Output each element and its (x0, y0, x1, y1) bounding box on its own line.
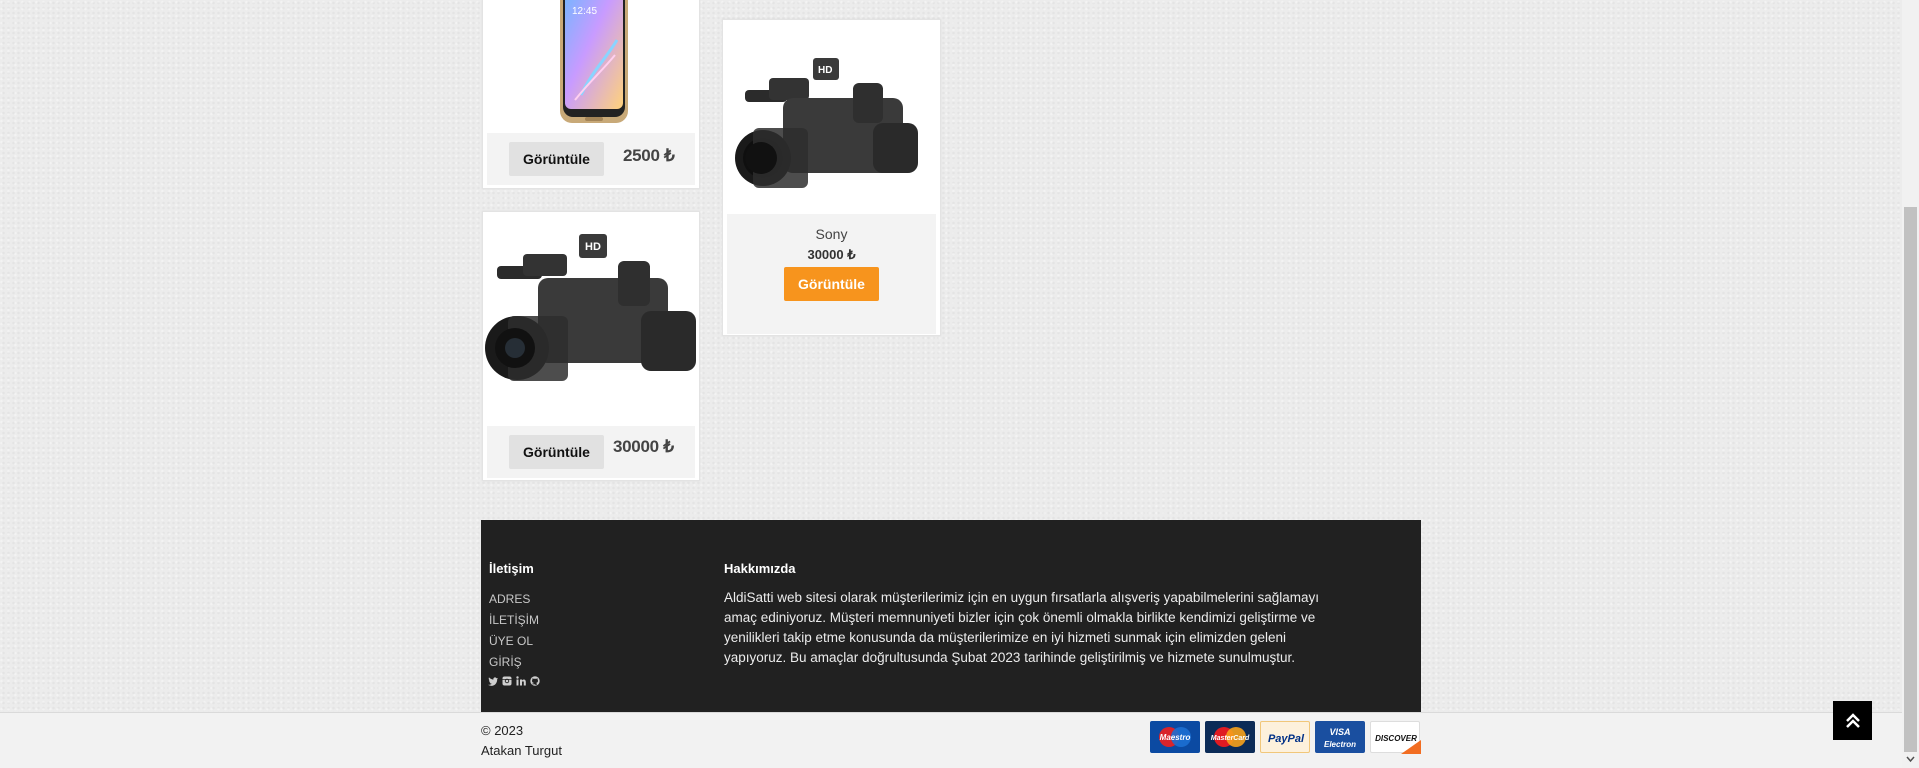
page-scrollbar[interactable] (1902, 0, 1919, 768)
product-price: 30000 ₺ (807, 247, 856, 262)
svg-text:HD: HD (818, 65, 832, 76)
about-heading: Hakkımızda (724, 561, 796, 576)
svg-text:MasterCard: MasterCard (1211, 735, 1250, 742)
twitter-icon[interactable] (488, 676, 498, 686)
product-price: 30000 ₺ (613, 437, 674, 456)
footer-link-register[interactable]: ÜYE OL (489, 634, 533, 648)
linkedin-icon[interactable] (516, 676, 526, 686)
svg-text:12:45: 12:45 (572, 6, 597, 17)
footer-link-address[interactable]: ADRES (489, 592, 530, 606)
svg-text:Maestro: Maestro (1160, 733, 1191, 742)
view-button[interactable]: Görüntüle (509, 435, 604, 469)
svg-text:Electron: Electron (1324, 740, 1356, 749)
product-price: 2500 ₺ (623, 146, 675, 165)
paypal-logo: PayPal (1260, 721, 1310, 753)
discover-logo: DISCOVER (1370, 721, 1421, 754)
visa-electron-logo: VISA Electron (1315, 721, 1365, 753)
product-name: Sony (815, 226, 848, 242)
scroll-down-arrow-icon[interactable] (1902, 754, 1919, 766)
contact-heading: İletişim (489, 561, 534, 576)
product-card-phone: 12:45 Görüntüle 2500 ₺ (482, 0, 700, 189)
svg-text:HD: HD (585, 241, 601, 253)
mastercard-logo: MasterCard (1205, 721, 1255, 753)
maestro-logo: Maestro (1150, 721, 1200, 753)
copyright-year: © 2023 (481, 723, 524, 738)
footer-bottom (0, 712, 1902, 768)
footer-link-contact[interactable]: İLETİŞİM (489, 613, 539, 627)
double-chevron-up-icon (1845, 712, 1860, 728)
product-image-camera[interactable]: HD (723, 28, 940, 223)
footer-link-login[interactable]: GİRİŞ (489, 655, 522, 669)
about-text: AldiSatti web sitesi olarak müşterilerim… (724, 590, 1319, 665)
back-to-top-button[interactable] (1833, 701, 1872, 740)
scrollbar-thumb[interactable] (1904, 207, 1917, 752)
product-image-camera[interactable]: HD (483, 216, 699, 424)
product-card-camera: HD Görüntüle 30000 ₺ (482, 211, 700, 481)
svg-text:PayPal: PayPal (1268, 733, 1305, 745)
view-button[interactable]: Görüntüle (784, 267, 879, 301)
svg-text:DISCOVER: DISCOVER (1375, 734, 1417, 743)
product-card-sony: HD Sony 30000 ₺ Görüntüle (722, 19, 941, 336)
view-button[interactable]: Görüntüle (509, 142, 604, 176)
github-icon[interactable] (530, 676, 540, 686)
product-image-phone[interactable]: 12:45 (483, 0, 699, 129)
instagram-icon[interactable] (502, 676, 512, 686)
copyright-name: Atakan Turgut (481, 743, 562, 758)
svg-text:VISA: VISA (1329, 727, 1350, 737)
social-links (488, 676, 540, 686)
